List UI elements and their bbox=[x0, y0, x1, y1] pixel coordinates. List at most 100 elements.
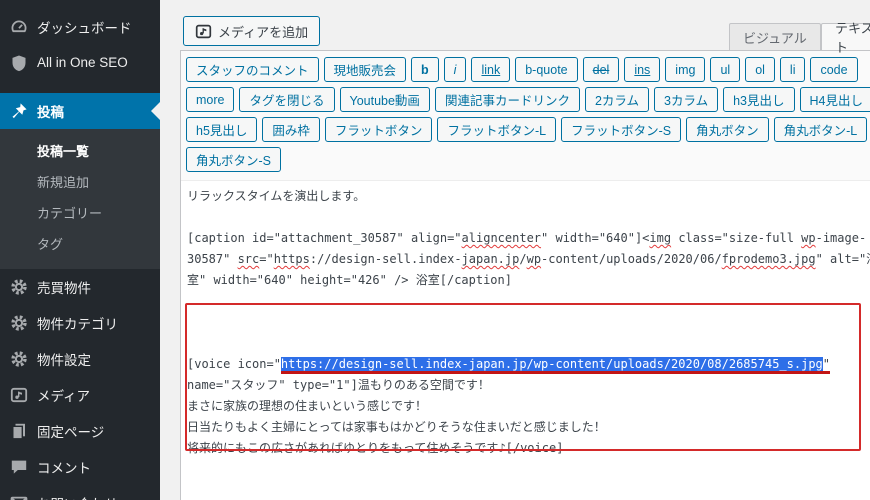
comment-icon bbox=[9, 458, 28, 477]
add-media-label: メディアを追加 bbox=[218, 22, 308, 41]
code-line: まさに家族の理想の住まいという感じです！ bbox=[187, 396, 870, 417]
post-content-textarea[interactable]: リラックスタイムを演出します。 [caption id="attachment_3… bbox=[181, 181, 870, 500]
code-text: まさに家族の理想の住まいという感じです！ bbox=[187, 399, 427, 413]
sidebar-separator bbox=[0, 80, 160, 93]
tab-text-label: テキスト bbox=[835, 18, 870, 56]
quicktag-button-h3見出し[interactable]: h3見出し bbox=[723, 87, 794, 112]
pushpin-icon bbox=[9, 102, 28, 121]
code-text: ://design-sell.index- bbox=[310, 252, 462, 266]
code-line: リラックスタイムを演出します。 bbox=[187, 186, 870, 207]
code-text: name="スタッフ" type="1"]温もりのある空間です！ bbox=[187, 378, 490, 392]
code-text: 将来的にもこの広さがあればゆとりをもって住めそうです♪[/voice] bbox=[187, 441, 563, 455]
sidebar-item-label: 投稿 bbox=[37, 101, 64, 121]
quicktag-button-フラットボタン-S[interactable]: フラットボタン-S bbox=[561, 117, 681, 142]
spellcheck-squiggle: wp bbox=[527, 252, 541, 266]
quicktag-button-2カラム[interactable]: 2カラム bbox=[585, 87, 649, 112]
quicktag-button-関連記事カードリンク[interactable]: 関連記事カードリンク bbox=[435, 87, 580, 112]
tab-visual-label: ビジュアル bbox=[743, 28, 807, 47]
sidebar-subitem-post-list[interactable]: 投稿一覧 bbox=[0, 135, 160, 166]
sidebar-item-contact[interactable]: お問い合わせ bbox=[0, 485, 160, 500]
sidebar-item-label: All in One SEO bbox=[37, 55, 128, 70]
sidebar-subitem-tags[interactable]: タグ bbox=[0, 228, 160, 259]
red-underlined-text: " bbox=[823, 357, 830, 371]
quicktags-row: スタッフのコメント現地販売会bilinkb-quotedelinsimgulol… bbox=[186, 57, 869, 82]
sidebar-subitem-categories[interactable]: カテゴリー bbox=[0, 197, 160, 228]
code-text: " alt="浴 bbox=[816, 252, 870, 266]
sidebar-item-label: メディア bbox=[37, 385, 90, 405]
spellcheck-squiggle: wp bbox=[801, 231, 815, 245]
code-line: [voice icon="https://design-sell.index-j… bbox=[187, 354, 870, 375]
quicktag-button-スタッフのコメント[interactable]: スタッフのコメント bbox=[186, 57, 319, 82]
quicktag-button-3カラム[interactable]: 3カラム bbox=[654, 87, 718, 112]
tab-text[interactable]: テキスト bbox=[821, 23, 870, 50]
code-line bbox=[187, 291, 870, 312]
quicktag-button-現地販売会[interactable]: 現地販売会 bbox=[324, 57, 407, 82]
sidebar-item-label: 物件カテゴリ bbox=[37, 313, 118, 333]
code-text: 室" width="640" height="426" /> 浴室[/capti… bbox=[187, 273, 512, 287]
sidebar-item-media[interactable]: メディア bbox=[0, 377, 160, 413]
quicktag-button-del[interactable]: del bbox=[583, 57, 620, 82]
code-text: =" bbox=[259, 252, 273, 266]
code-text: / bbox=[519, 252, 526, 266]
sidebar-item-label: ダッシュボード bbox=[37, 17, 132, 37]
sidebar-item-posts[interactable]: 投稿 bbox=[0, 93, 160, 129]
quicktag-button-フラットボタン[interactable]: フラットボタン bbox=[325, 117, 433, 142]
code-line: 30587" src="https://design-sell.index-ja… bbox=[187, 249, 870, 270]
code-line: 室" width="640" height="426" /> 浴室[/capti… bbox=[187, 270, 870, 291]
quicktag-button-li[interactable]: li bbox=[780, 57, 806, 82]
shield-icon bbox=[9, 53, 28, 72]
spellcheck-squiggle: japan.jp bbox=[462, 252, 520, 266]
quicktag-button-img[interactable]: img bbox=[665, 57, 705, 82]
quicktag-button-code[interactable]: code bbox=[810, 57, 857, 82]
quicktag-button-ul[interactable]: ul bbox=[710, 57, 740, 82]
quicktag-button-囲み枠[interactable]: 囲み枠 bbox=[262, 117, 320, 142]
sidebar-item-property-categories[interactable]: 物件カテゴリ bbox=[0, 305, 160, 341]
sidebar-item-label: 売買物件 bbox=[37, 277, 91, 297]
code-text: " width="640"]< bbox=[541, 231, 649, 245]
sidebar-item-pages[interactable]: 固定ページ bbox=[0, 413, 160, 449]
selected-url-text: https://design-sell.index-japan.jp/wp-co… bbox=[281, 357, 823, 371]
quicktags-row: 角丸ボタン-S bbox=[186, 147, 869, 172]
quicktags-row: moreタグを閉じるYoutube動画関連記事カードリンク2カラム3カラムh3見… bbox=[186, 87, 869, 112]
sidebar-item-all-in-one-seo[interactable]: All in One SEO bbox=[0, 45, 160, 80]
quicktag-button-タグを閉じる[interactable]: タグを閉じる bbox=[239, 87, 334, 112]
sidebar-item-comments[interactable]: コメント bbox=[0, 449, 160, 485]
quicktag-button-角丸ボタン[interactable]: 角丸ボタン bbox=[686, 117, 769, 142]
quicktag-button-Youtube動画[interactable]: Youtube動画 bbox=[340, 87, 430, 112]
code-text: リラックスタイムを演出します。 bbox=[187, 189, 365, 203]
quicktag-button-H4見出し[interactable]: H4見出し bbox=[800, 87, 870, 112]
text-editor-panel: スタッフのコメント現地販売会bilinkb-quotedelinsimgulol… bbox=[180, 50, 870, 500]
quicktag-button-フラットボタン-L[interactable]: フラットボタン-L bbox=[437, 117, 556, 142]
sidebar-item-label: 物件設定 bbox=[37, 349, 91, 369]
spellcheck-squiggle: img bbox=[649, 231, 671, 245]
quicktag-button-ins[interactable]: ins bbox=[624, 57, 660, 82]
quicktag-button-b-quote[interactable]: b-quote bbox=[515, 57, 577, 82]
sidebar-item-label: お問い合わせ bbox=[37, 493, 118, 500]
quicktag-button-角丸ボタン-L[interactable]: 角丸ボタン-L bbox=[774, 117, 868, 142]
sidebar-item-sale-properties[interactable]: 売買物件 bbox=[0, 269, 160, 305]
code-text: [voice icon=" bbox=[187, 357, 281, 371]
code-text: class="size-full bbox=[671, 231, 801, 245]
quicktag-button-ol[interactable]: ol bbox=[745, 57, 775, 82]
email-icon bbox=[9, 494, 28, 500]
sidebar-subitem-post-new[interactable]: 新規追加 bbox=[0, 166, 160, 197]
sidebar-item-dashboard[interactable]: ダッシュボード bbox=[0, 9, 160, 45]
posts-submenu: 投稿一覧新規追加カテゴリータグ bbox=[0, 129, 160, 269]
code-text: -image- bbox=[816, 231, 867, 245]
quicktag-button-角丸ボタン-S[interactable]: 角丸ボタン-S bbox=[186, 147, 281, 172]
tab-visual[interactable]: ビジュアル bbox=[729, 23, 821, 50]
code-line: [caption id="attachment_30587" align="al… bbox=[187, 228, 870, 249]
code-line bbox=[187, 207, 870, 228]
code-line bbox=[187, 459, 870, 480]
add-media-button[interactable]: メディアを追加 bbox=[183, 16, 320, 46]
code-line: 将来的にもこの広さがあればゆとりをもって住めそうです♪[/voice] bbox=[187, 438, 870, 459]
quicktag-button-i[interactable]: i bbox=[444, 57, 467, 82]
code-text: 日当たりもよく主婦にとっては家事もはかどりそうな住まいだと感じました！ bbox=[187, 420, 606, 434]
quicktag-button-link[interactable]: link bbox=[471, 57, 510, 82]
code-line bbox=[187, 480, 870, 500]
quicktag-button-b[interactable]: b bbox=[411, 57, 439, 82]
active-menu-arrow bbox=[151, 102, 160, 120]
quicktag-button-h5見出し[interactable]: h5見出し bbox=[186, 117, 257, 142]
quicktag-button-more[interactable]: more bbox=[186, 87, 234, 112]
sidebar-item-property-settings[interactable]: 物件設定 bbox=[0, 341, 160, 377]
